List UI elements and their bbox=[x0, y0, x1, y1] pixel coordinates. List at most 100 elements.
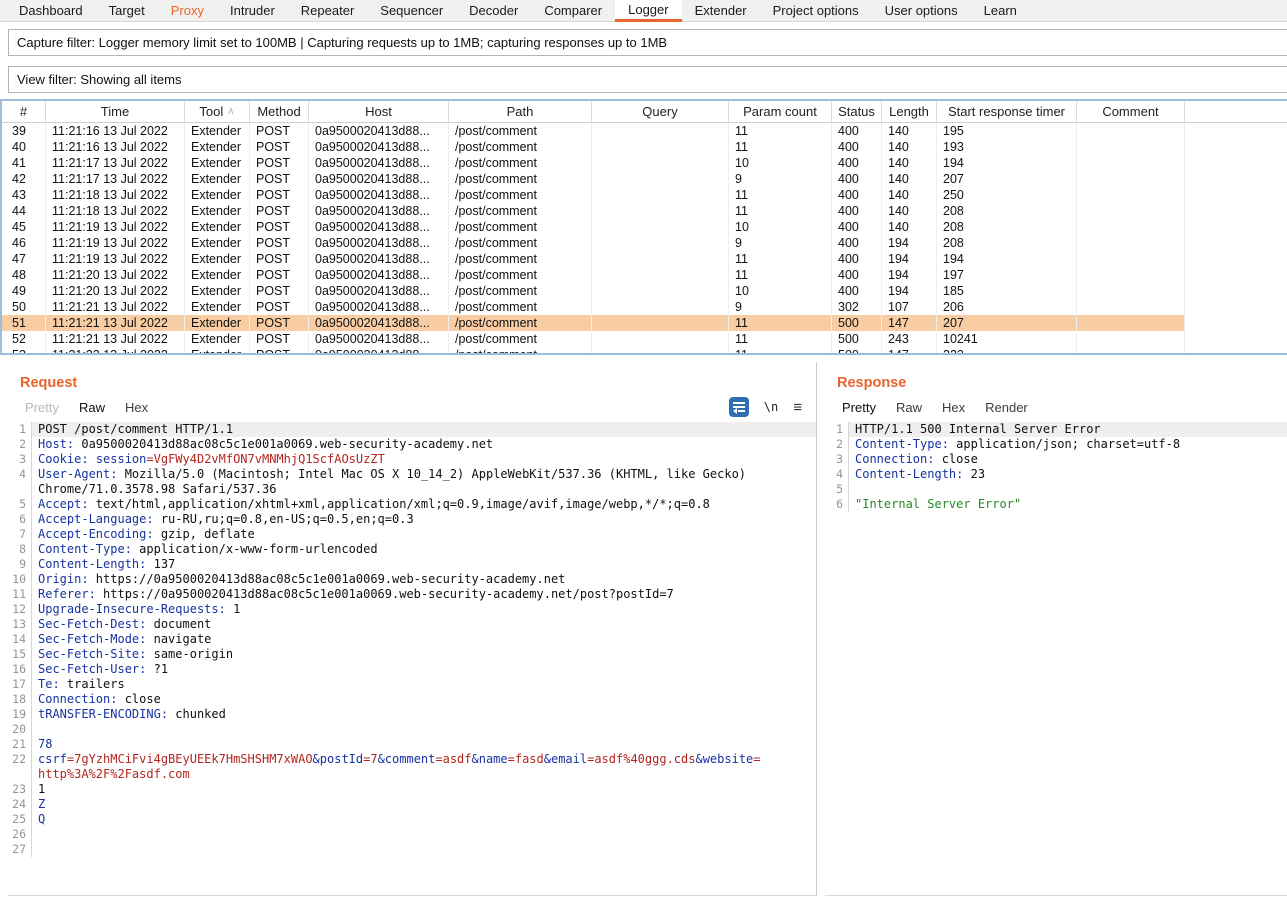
response-tab-raw[interactable]: Raw bbox=[893, 394, 925, 422]
cell bbox=[592, 331, 729, 347]
tab-decoder[interactable]: Decoder bbox=[456, 0, 531, 21]
column-header-query[interactable]: Query bbox=[592, 101, 729, 122]
tab-dashboard[interactable]: Dashboard bbox=[6, 0, 96, 21]
cell: 10 bbox=[729, 283, 832, 299]
pretty-print-icon[interactable] bbox=[729, 397, 749, 417]
column-header-method[interactable]: Method bbox=[250, 101, 309, 122]
cell: 9 bbox=[729, 299, 832, 315]
response-tabs: Pretty Raw Hex Render bbox=[825, 394, 1287, 424]
tab-target[interactable]: Target bbox=[96, 0, 158, 21]
cell: 11 bbox=[729, 331, 832, 347]
request-tab-hex[interactable]: Hex bbox=[122, 394, 151, 422]
editor-line: 6Accept-Language: ru-RU,ru;q=0.8,en-US;q… bbox=[8, 512, 816, 527]
editor-line: 5 bbox=[825, 482, 1287, 497]
response-tab-render[interactable]: Render bbox=[982, 394, 1031, 422]
response-editor[interactable]: 1HTTP/1.1 500 Internal Server Error2Cont… bbox=[825, 422, 1287, 894]
tab-user-options[interactable]: User options bbox=[872, 0, 971, 21]
cell: 193 bbox=[937, 139, 1077, 155]
table-row[interactable]: 4511:21:19 13 Jul 2022ExtenderPOST0a9500… bbox=[2, 219, 1185, 235]
table-row[interactable]: 4911:21:20 13 Jul 2022ExtenderPOST0a9500… bbox=[2, 283, 1185, 299]
editor-line: 3Connection: close bbox=[825, 452, 1287, 467]
cell: 147 bbox=[882, 347, 937, 355]
cell: Extender bbox=[185, 155, 250, 171]
table-row[interactable]: 5211:21:21 13 Jul 2022ExtenderPOST0a9500… bbox=[2, 331, 1185, 347]
cell: /post/comment bbox=[449, 139, 592, 155]
table-row[interactable]: 5011:21:21 13 Jul 2022ExtenderPOST0a9500… bbox=[2, 299, 1185, 315]
cell: POST bbox=[250, 299, 309, 315]
column-header-length[interactable]: Length bbox=[882, 101, 937, 122]
line-content: Te: trailers bbox=[32, 677, 816, 692]
cell bbox=[592, 203, 729, 219]
column-header-status[interactable]: Status bbox=[832, 101, 882, 122]
newline-toggle-icon[interactable]: \n bbox=[764, 400, 778, 414]
table-row[interactable]: 4211:21:17 13 Jul 2022ExtenderPOST0a9500… bbox=[2, 171, 1185, 187]
line-number: 19 bbox=[8, 707, 32, 722]
response-tab-hex[interactable]: Hex bbox=[939, 394, 968, 422]
tab-logger[interactable]: Logger bbox=[615, 0, 681, 22]
line-content: Content-Length: 137 bbox=[32, 557, 816, 572]
line-number: 10 bbox=[8, 572, 32, 587]
request-tab-pretty[interactable]: Pretty bbox=[22, 394, 62, 422]
tab-intruder[interactable]: Intruder bbox=[217, 0, 288, 21]
table-row[interactable]: 5311:21:22 13 Jul 2022ExtenderPOST0a9500… bbox=[2, 347, 1185, 355]
cell: Extender bbox=[185, 123, 250, 139]
tab-sequencer[interactable]: Sequencer bbox=[367, 0, 456, 21]
column-header-time[interactable]: Time bbox=[46, 101, 185, 122]
view-filter-bar[interactable]: View filter: Showing all items bbox=[8, 66, 1287, 93]
cell: Extender bbox=[185, 171, 250, 187]
line-number: 18 bbox=[8, 692, 32, 707]
editor-line: 24Z bbox=[8, 797, 816, 812]
cell bbox=[592, 347, 729, 355]
cell: 39 bbox=[2, 123, 46, 139]
column-header-param-count[interactable]: Param count bbox=[729, 101, 832, 122]
cell: Extender bbox=[185, 187, 250, 203]
cell: 302 bbox=[832, 299, 882, 315]
line-content: POST /post/comment HTTP/1.1 bbox=[32, 422, 816, 437]
cell: 0a9500020413d88... bbox=[309, 123, 449, 139]
editor-line: 2178 bbox=[8, 737, 816, 752]
tab-repeater[interactable]: Repeater bbox=[288, 0, 367, 21]
table-row[interactable]: 4711:21:19 13 Jul 2022ExtenderPOST0a9500… bbox=[2, 251, 1185, 267]
request-tab-raw[interactable]: Raw bbox=[76, 394, 108, 424]
table-row[interactable]: 4011:21:16 13 Jul 2022ExtenderPOST0a9500… bbox=[2, 139, 1185, 155]
capture-filter-bar[interactable]: Capture filter: Logger memory limit set … bbox=[8, 29, 1287, 56]
tab-comparer[interactable]: Comparer bbox=[531, 0, 615, 21]
line-content: Q bbox=[32, 812, 816, 827]
line-content: User-Agent: Mozilla/5.0 (Macintosh; Inte… bbox=[32, 467, 816, 482]
column-header--[interactable]: # bbox=[2, 101, 46, 122]
cell: Extender bbox=[185, 267, 250, 283]
cell: 140 bbox=[882, 123, 937, 139]
tab-extender[interactable]: Extender bbox=[682, 0, 760, 21]
tab-project-options[interactable]: Project options bbox=[760, 0, 872, 21]
cell: POST bbox=[250, 267, 309, 283]
table-row[interactable]: 4611:21:19 13 Jul 2022ExtenderPOST0a9500… bbox=[2, 235, 1185, 251]
column-header-tool[interactable]: Tool∧ bbox=[185, 101, 250, 122]
column-header-host[interactable]: Host bbox=[309, 101, 449, 122]
cell bbox=[592, 315, 729, 331]
column-header-path[interactable]: Path bbox=[449, 101, 592, 122]
line-number: 22 bbox=[8, 752, 32, 767]
table-row[interactable]: 4111:21:17 13 Jul 2022ExtenderPOST0a9500… bbox=[2, 155, 1185, 171]
tab-learn[interactable]: Learn bbox=[971, 0, 1030, 21]
table-row[interactable]: 3911:21:16 13 Jul 2022ExtenderPOST0a9500… bbox=[2, 123, 1185, 139]
line-content: Content-Type: application/x-www-form-url… bbox=[32, 542, 816, 557]
response-tab-pretty[interactable]: Pretty bbox=[839, 394, 879, 424]
column-header-start-response-timer[interactable]: Start response timer bbox=[937, 101, 1077, 122]
cell: 11:21:16 13 Jul 2022 bbox=[46, 139, 185, 155]
cell: 223 bbox=[937, 347, 1077, 355]
editor-menu-icon[interactable]: ≡ bbox=[793, 400, 802, 415]
table-row[interactable]: 4311:21:18 13 Jul 2022ExtenderPOST0a9500… bbox=[2, 187, 1185, 203]
cell: 0a9500020413d88... bbox=[309, 347, 449, 355]
table-row[interactable]: 5111:21:21 13 Jul 2022ExtenderPOST0a9500… bbox=[2, 315, 1185, 331]
table-row[interactable]: 4411:21:18 13 Jul 2022ExtenderPOST0a9500… bbox=[2, 203, 1185, 219]
column-header-comment[interactable]: Comment bbox=[1077, 101, 1185, 122]
request-editor[interactable]: 1POST /post/comment HTTP/1.12Host: 0a950… bbox=[8, 422, 816, 894]
cell bbox=[1077, 315, 1185, 331]
table-row[interactable]: 4811:21:20 13 Jul 2022ExtenderPOST0a9500… bbox=[2, 267, 1185, 283]
cell: 44 bbox=[2, 203, 46, 219]
cell: 0a9500020413d88... bbox=[309, 283, 449, 299]
editor-line: 8Content-Type: application/x-www-form-ur… bbox=[8, 542, 816, 557]
line-content: Accept: text/html,application/xhtml+xml,… bbox=[32, 497, 816, 512]
tab-proxy[interactable]: Proxy bbox=[158, 0, 217, 21]
cell: 500 bbox=[832, 347, 882, 355]
